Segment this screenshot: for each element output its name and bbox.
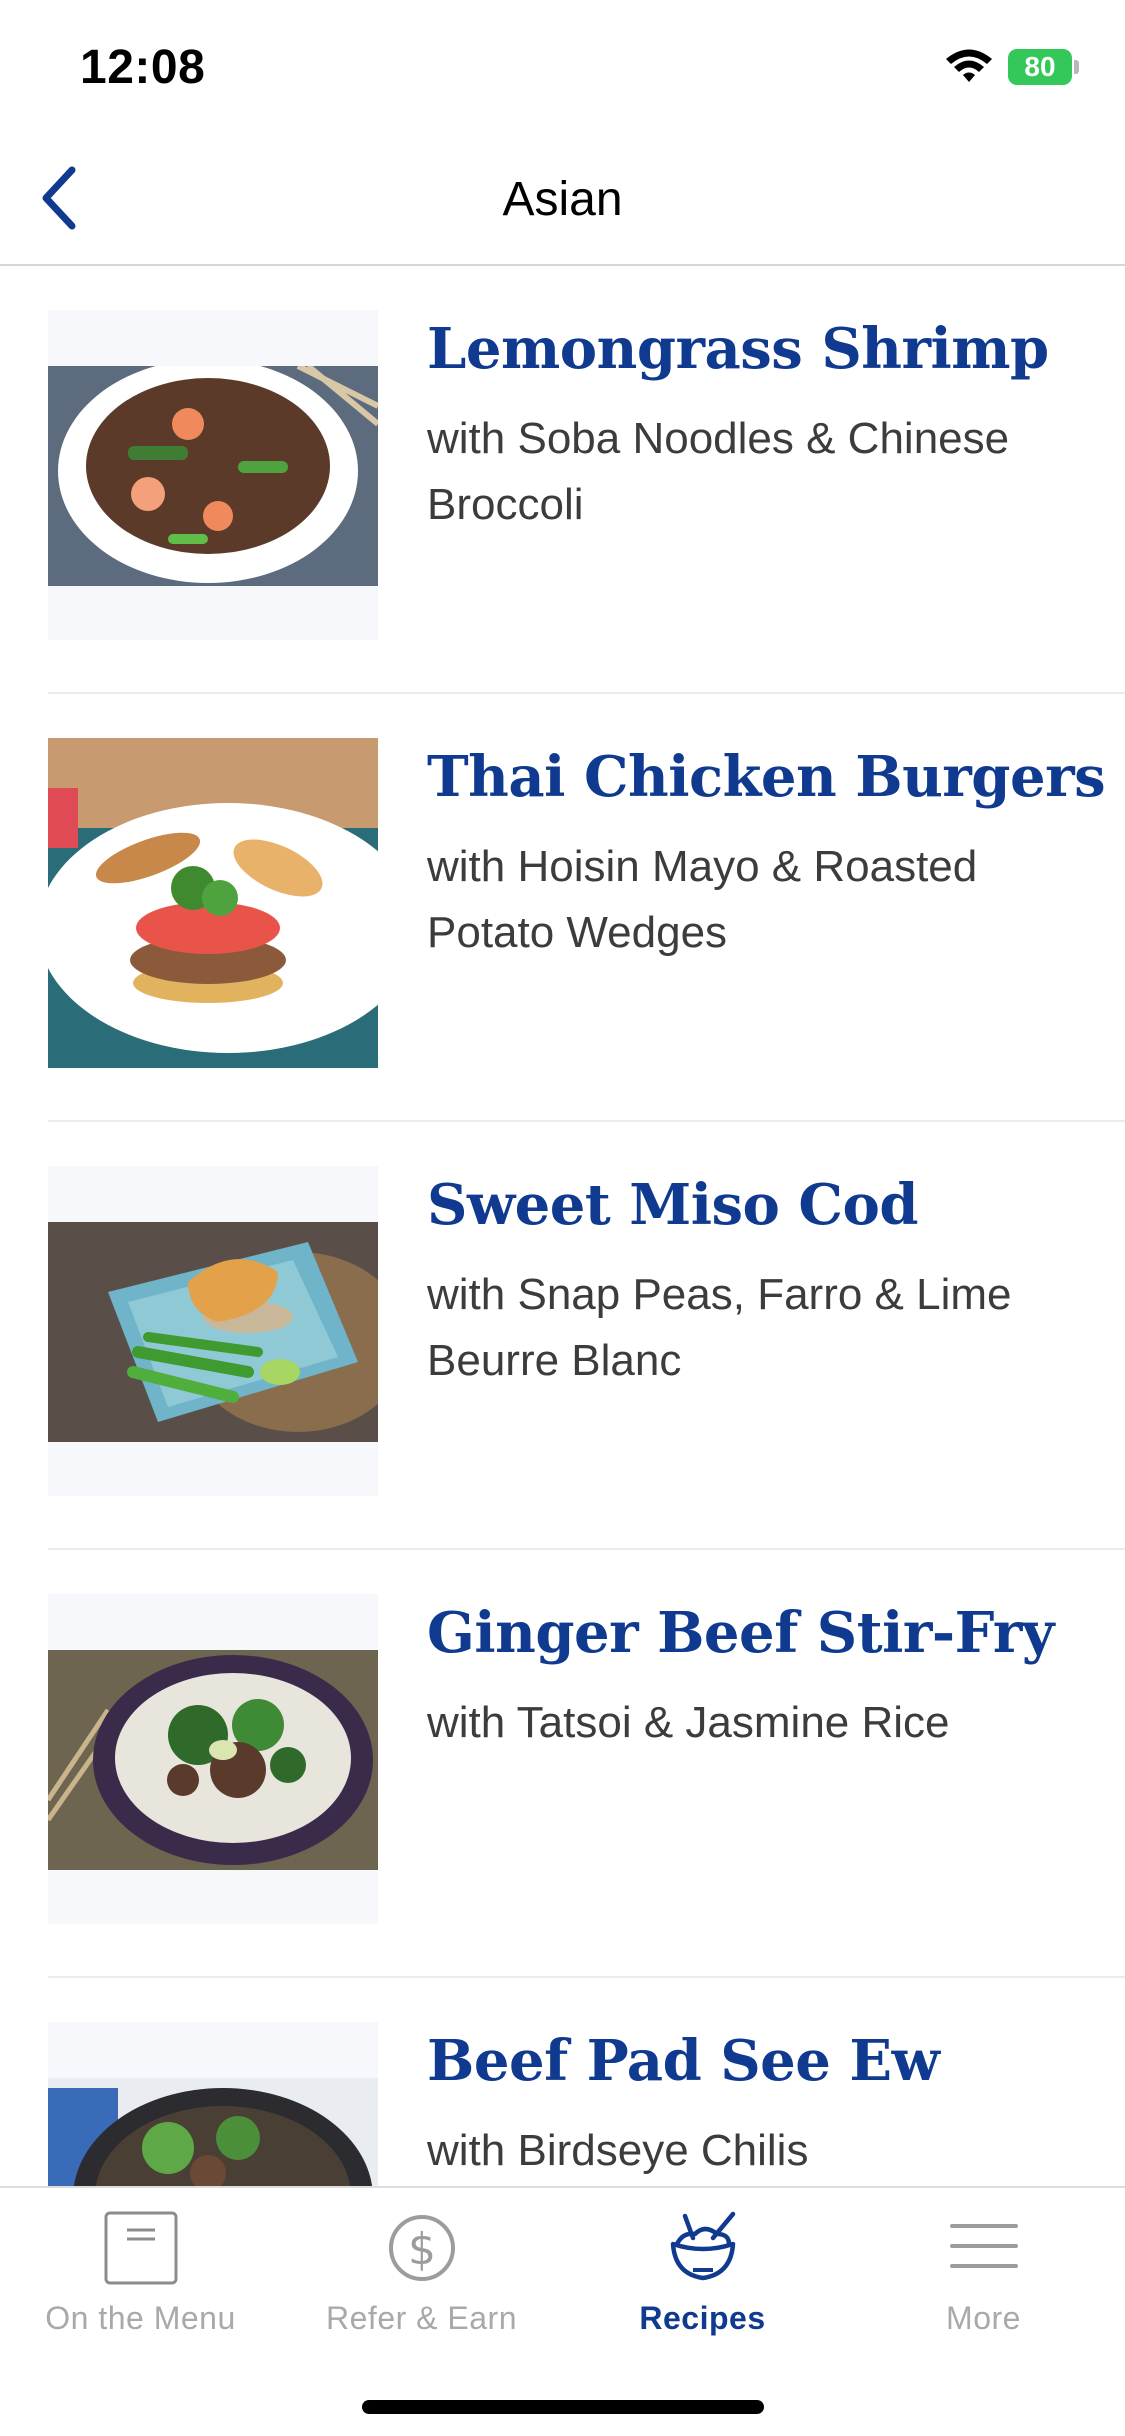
recipe-title: Thai Chicken Burgers	[427, 744, 1106, 810]
recipe-title: Beef Pad See Ew	[427, 2028, 940, 2094]
status-bar: 12:08 80	[0, 0, 1125, 136]
food-image	[48, 2078, 378, 2186]
tab-refer-earn[interactable]: $ Refer & Earn	[281, 2188, 562, 2348]
food-image	[48, 1222, 378, 1442]
tab-label: Recipes	[639, 2300, 766, 2336]
recipe-thumbnail	[48, 738, 378, 1068]
recipe-row-thai-chicken-burgers[interactable]: Thai Chicken Burgers with Hoisin Mayo & …	[0, 694, 1125, 1122]
recipe-title: Lemongrass Shrimp	[427, 316, 1049, 382]
recipe-thumbnail	[48, 2022, 378, 2186]
battery-level: 80	[1024, 51, 1056, 82]
svg-text:$: $	[408, 2224, 436, 2275]
wifi-icon	[946, 49, 992, 82]
status-time: 12:08	[80, 41, 206, 94]
recipe-subtitle: with Tatsoi & Jasmine Rice	[427, 1698, 950, 1747]
recipe-subtitle: with Birdseye Chilis	[427, 2126, 809, 2175]
food-image	[48, 1650, 378, 1870]
recipe-row-beef-pad-see-ew[interactable]: Beef Pad See Ew with Birdseye Chilis	[0, 1978, 1125, 2186]
tab-bar: On the Menu $ Refer & Earn Recipes More	[0, 2186, 1125, 2436]
tab-on-the-menu[interactable]: On the Menu	[0, 2188, 281, 2348]
recipe-thumbnail	[48, 1166, 378, 1496]
recipe-title: Ginger Beef Stir-Fry	[427, 1600, 1054, 1666]
recipe-subtitle: with Soba Noodles & Chinese Broccoli	[427, 414, 1010, 529]
tab-more[interactable]: More	[843, 2188, 1124, 2348]
page-title: Asian	[502, 173, 623, 226]
tab-recipes[interactable]: Recipes	[562, 2188, 843, 2348]
recipe-row-sweet-miso-cod[interactable]: Sweet Miso Cod with Snap Peas, Farro & L…	[0, 1122, 1125, 1550]
hamburger-icon	[949, 2224, 1018, 2268]
battery-icon: 80	[1008, 49, 1080, 85]
recipe-subtitle: with Hoisin Mayo & Roasted Potato Wedges	[427, 842, 978, 957]
tab-label: Refer & Earn	[326, 2300, 517, 2336]
navigation-bar: Asian	[0, 136, 1125, 266]
tab-label: More	[946, 2300, 1021, 2336]
recipe-subtitle: with Snap Peas, Farro & Lime Beurre Blan…	[427, 1270, 1012, 1385]
recipe-bowl-icon	[670, 2211, 735, 2281]
recipe-thumbnail	[48, 310, 378, 640]
recipe-row-lemongrass-shrimp[interactable]: Lemongrass Shrimp with Soba Noodles & Ch…	[0, 266, 1125, 694]
home-indicator[interactable]	[362, 2400, 764, 2414]
recipe-list[interactable]: Lemongrass Shrimp with Soba Noodles & Ch…	[0, 266, 1125, 2186]
menu-card-icon	[104, 2211, 177, 2285]
food-image	[48, 366, 378, 586]
tab-label: On the Menu	[45, 2300, 236, 2336]
food-image	[48, 738, 378, 1068]
dollar-circle-icon: $	[388, 2215, 455, 2281]
recipe-thumbnail	[48, 1594, 378, 1924]
recipe-row-ginger-beef-stir-fry[interactable]: Ginger Beef Stir-Fry with Tatsoi & Jasmi…	[0, 1550, 1125, 1978]
recipe-title: Sweet Miso Cod	[427, 1172, 918, 1238]
